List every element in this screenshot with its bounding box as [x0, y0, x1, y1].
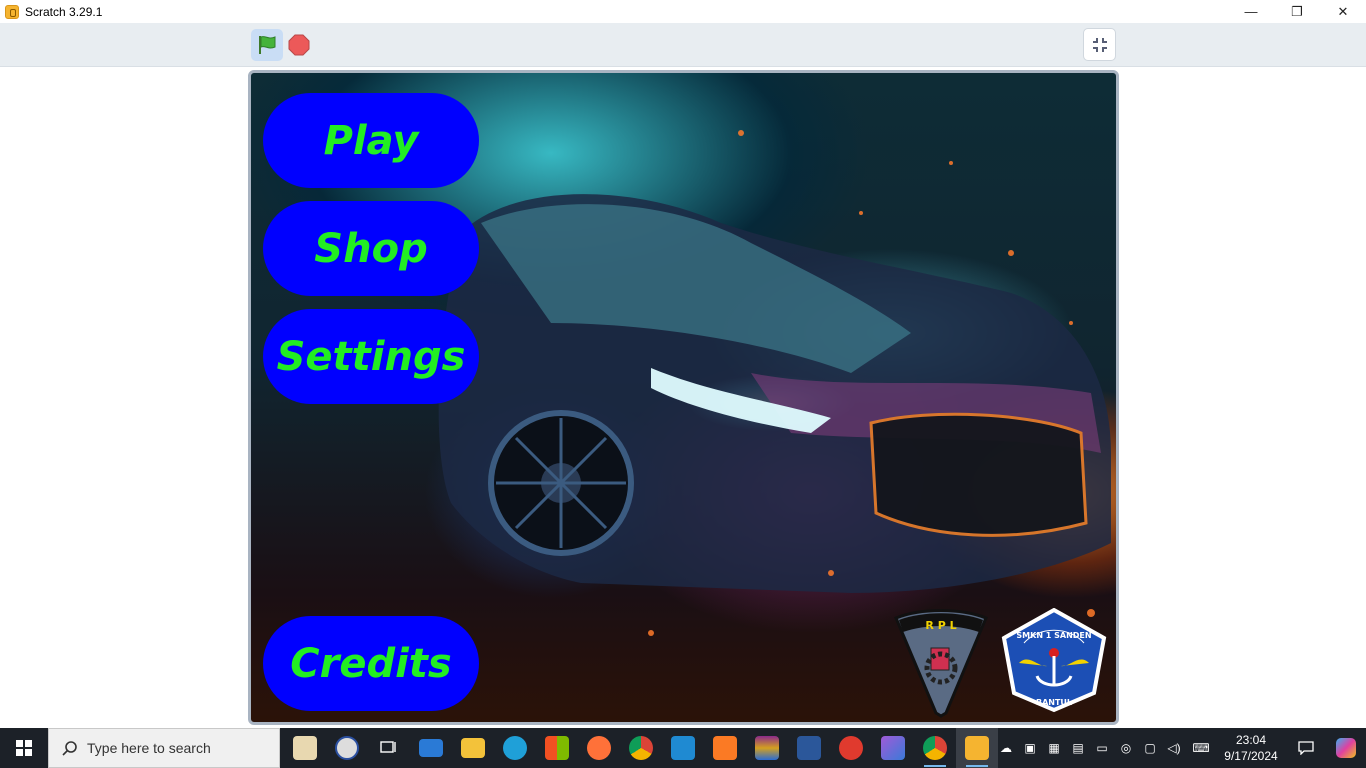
search-icon: [61, 739, 79, 757]
green-flag-icon: [259, 36, 276, 54]
svg-text:SMKN 1 SANDEN: SMKN 1 SANDEN: [1016, 631, 1091, 640]
svg-text:R P L: R P L: [925, 619, 956, 632]
play-button[interactable]: Play: [263, 93, 479, 188]
vscode-icon[interactable]: [662, 728, 704, 768]
chrome-icon[interactable]: [620, 728, 662, 768]
store-icon[interactable]: [536, 728, 578, 768]
stage[interactable]: Play Shop Settings Credits R P L SMKN 1 …: [248, 70, 1119, 725]
shrink-icon: [1092, 37, 1107, 52]
copilot-icon: [1336, 738, 1356, 758]
stage-toolbar: [0, 23, 1366, 67]
minimize-button[interactable]: —: [1228, 0, 1274, 23]
search-placeholder: Type here to search: [87, 740, 211, 756]
taskbar: Type here to search ☁ ▣ ▦ ▤ ▭ ◎ ▢ ◁) ⌨ 2…: [0, 728, 1366, 768]
chrome-icon-2[interactable]: [914, 728, 956, 768]
network-icon[interactable]: ◎: [1114, 728, 1138, 768]
system-tray: ☁ ▣ ▦ ▤ ▭ ◎ ▢ ◁) ⌨ 23:04 9/17/2024: [994, 728, 1366, 768]
exit-fullscreen-button[interactable]: [1083, 28, 1116, 61]
clock-time: 23:04: [1235, 733, 1267, 747]
volume-icon[interactable]: ◁): [1162, 728, 1186, 768]
scratch-app-icon: [5, 4, 19, 19]
edge-icon[interactable]: [494, 728, 536, 768]
checklist-icon[interactable]: [326, 728, 368, 768]
stop-icon: [288, 34, 310, 56]
chat-tray-icon[interactable]: ▤: [1066, 728, 1090, 768]
scratch-taskbar-icon[interactable]: [956, 728, 998, 768]
xampp-tray-icon[interactable]: ▣: [1018, 728, 1042, 768]
smkn-1-sanden-logo: SMKN 1 SANDEN BANTUL: [1001, 608, 1107, 713]
wps-icon[interactable]: [830, 728, 872, 768]
taskbar-search[interactable]: Type here to search: [48, 728, 280, 768]
battery-icon[interactable]: ▭: [1090, 728, 1114, 768]
clock[interactable]: 23:04 9/17/2024: [1216, 732, 1286, 764]
restore-button[interactable]: ❐: [1274, 0, 1320, 23]
file-explorer-icon[interactable]: [452, 728, 494, 768]
taskbar-apps: [284, 728, 998, 768]
credits-button[interactable]: Credits: [263, 616, 479, 711]
stop-button[interactable]: [288, 34, 310, 56]
word-icon[interactable]: [788, 728, 830, 768]
window-controls: — ❐ ✕: [1228, 0, 1366, 23]
notification-button[interactable]: [1286, 728, 1326, 768]
mail-icon[interactable]: [410, 728, 452, 768]
app-tray-icon[interactable]: ▦: [1042, 728, 1066, 768]
green-flag-button[interactable]: [251, 29, 283, 61]
onedrive-icon[interactable]: ☁: [994, 728, 1018, 768]
notepad-icon[interactable]: [284, 728, 326, 768]
shop-button[interactable]: Shop: [263, 201, 479, 296]
settings-button[interactable]: Settings: [263, 309, 479, 404]
keyboard-icon[interactable]: ⌨: [1186, 728, 1216, 768]
window-title: Scratch 3.29.1: [25, 4, 103, 19]
photos-icon[interactable]: [872, 728, 914, 768]
meet-icon[interactable]: ▢: [1138, 728, 1162, 768]
firefox-icon[interactable]: [578, 728, 620, 768]
svg-text:BANTUL: BANTUL: [1036, 698, 1072, 707]
task-view-icon[interactable]: [368, 728, 410, 768]
title-bar: Scratch 3.29.1 — ❐ ✕: [0, 0, 1366, 23]
copilot-button[interactable]: [1326, 728, 1366, 768]
notification-icon: [1298, 741, 1314, 755]
windows-icon: [16, 740, 32, 756]
start-button[interactable]: [0, 728, 48, 768]
clock-date: 9/17/2024: [1224, 749, 1278, 763]
close-button[interactable]: ✕: [1320, 0, 1366, 23]
xampp-icon[interactable]: [704, 728, 746, 768]
rpl-logo: R P L: [894, 609, 988, 718]
winrar-icon[interactable]: [746, 728, 788, 768]
